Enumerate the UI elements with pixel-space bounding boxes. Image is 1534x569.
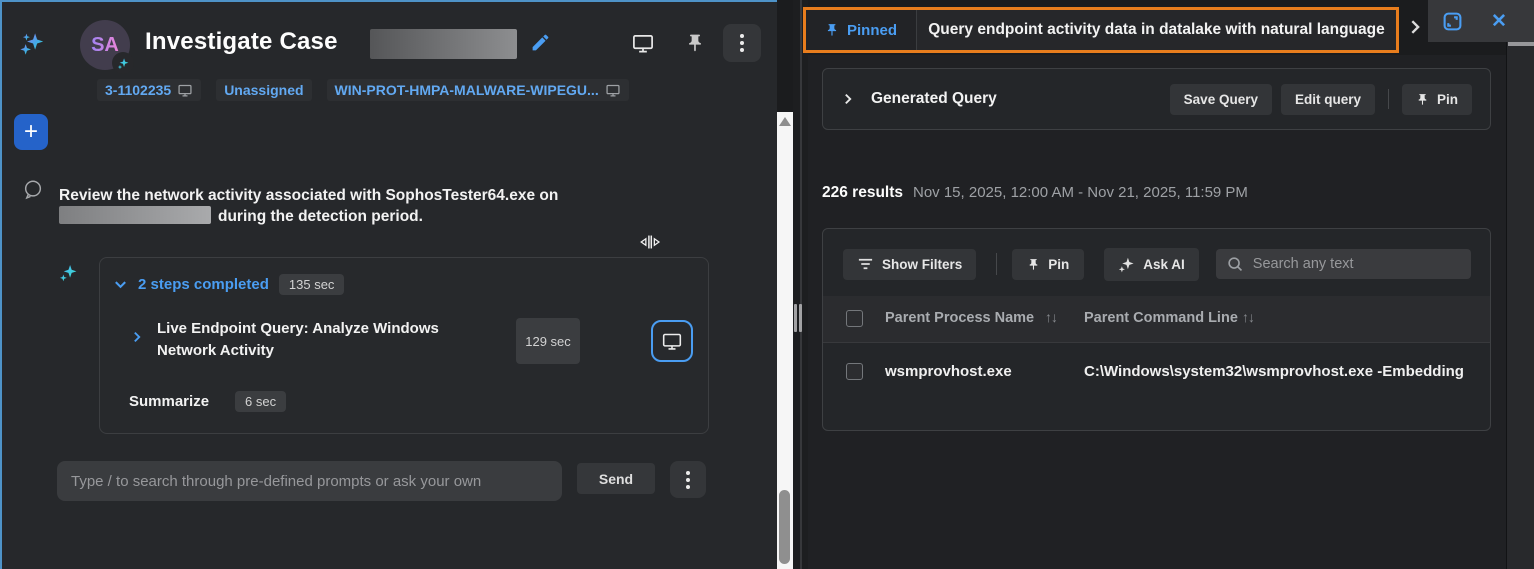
results-count: 226 results — [822, 184, 903, 202]
cell-parent-command-line: C:\Windows\system32\wsmprovhost.exe -Emb… — [1084, 363, 1464, 380]
results-toolbar: Show Filters Pin Ask AI — [843, 249, 1471, 279]
right-panel-scrollbar[interactable] — [1506, 42, 1534, 569]
splitter-handle[interactable] — [799, 304, 802, 332]
assistant-sparkle-icon — [18, 30, 45, 57]
show-filters-label: Show Filters — [882, 257, 962, 272]
column-header-parent-command-line[interactable]: Parent Command Line — [1084, 310, 1238, 326]
monitor-icon — [177, 83, 193, 98]
case-id-link[interactable]: 3-1102235 — [97, 79, 201, 101]
redacted-case-name — [370, 29, 517, 59]
generated-query-title: Generated Query — [871, 90, 1170, 108]
steps-summary-card: 2 steps completed 135 sec Live Endpoint … — [99, 257, 709, 434]
pin-icon — [1027, 257, 1040, 272]
select-all-checkbox[interactable] — [846, 310, 863, 327]
active-tab-title: Query endpoint activity data in datalake… — [928, 21, 1385, 39]
tab-pinned[interactable]: Pinned — [806, 10, 916, 50]
sort-icon[interactable]: ↑↓ — [1045, 309, 1057, 325]
close-panel-icon[interactable]: ✕ — [1491, 12, 1507, 31]
highlighted-tab-group: Pinned Query endpoint activity data in d… — [803, 7, 1399, 53]
chevron-right-icon[interactable] — [841, 92, 855, 106]
results-table-card: Show Filters Pin Ask AI — [822, 228, 1491, 431]
monitor-icon — [605, 83, 621, 98]
pin-icon[interactable] — [685, 32, 705, 54]
generated-query-card: Generated Query Save Query Edit query Pi… — [822, 68, 1491, 130]
sparkle-icon — [1118, 256, 1135, 273]
panel-splitter[interactable] — [793, 0, 808, 569]
show-filters-button[interactable]: Show Filters — [843, 249, 976, 280]
table-header-row: Parent Process Name ↑↓ Parent Command Li… — [823, 296, 1490, 342]
edit-title-icon[interactable] — [530, 32, 551, 53]
scrollbar-up-arrow[interactable] — [779, 117, 791, 126]
left-panel-scrollbar[interactable] — [777, 112, 793, 569]
chevron-right-icon[interactable] — [130, 330, 144, 344]
send-button[interactable]: Send — [577, 463, 655, 494]
step-duration-badge: 6 sec — [235, 391, 286, 412]
search-icon — [1226, 255, 1244, 273]
search-input[interactable] — [1253, 256, 1461, 272]
expand-panel-icon[interactable] — [1442, 11, 1463, 32]
case-id-text: 3-1102235 — [105, 82, 171, 98]
assignee-chip[interactable]: Unassigned — [216, 79, 311, 101]
composer-more-options-button[interactable] — [670, 461, 706, 498]
save-query-button[interactable]: Save Query — [1170, 84, 1272, 115]
open-live-query-button[interactable] — [651, 320, 693, 362]
cell-parent-process-name: wsmprovhost.exe — [885, 363, 1012, 380]
case-more-options-button[interactable]: ⋮ — [723, 24, 761, 62]
tab-overflow-chevron-icon[interactable] — [1407, 17, 1424, 37]
ask-ai-button[interactable]: Ask AI — [1104, 248, 1199, 281]
scrollbar-thumb[interactable] — [1508, 42, 1534, 46]
device-name-text: WIN-PROT-HMPA-MALWARE-WIPEGU... — [335, 82, 599, 98]
pin-button-label: Pin — [1048, 257, 1069, 272]
pin-icon — [825, 22, 839, 38]
results-date-range: Nov 15, 2025, 12:00 AM - Nov 21, 2025, 1… — [913, 184, 1248, 201]
results-summary: 226 results Nov 15, 2025, 12:00 AM - Nov… — [822, 184, 1248, 202]
new-investigation-button[interactable]: + — [14, 114, 48, 150]
step-duration-badge: 129 sec — [516, 318, 580, 364]
case-metadata-row: 3-1102235 Unassigned WIN-PROT-HMPA-MALWA… — [97, 79, 629, 101]
table-row[interactable]: wsmprovhost.exe C:\Windows\system32\wsmp… — [823, 342, 1490, 400]
prompt-input[interactable] — [57, 461, 562, 501]
step-label[interactable]: Live Endpoint Query: Analyze Windows Net… — [157, 318, 459, 362]
steps-summary-label: 2 steps completed — [138, 276, 269, 293]
device-link[interactable]: WIN-PROT-HMPA-MALWARE-WIPEGU... — [327, 79, 629, 101]
column-header-parent-process-name[interactable]: Parent Process Name — [885, 310, 1034, 326]
message-line2: during the detection period. — [218, 208, 423, 225]
sort-icon[interactable]: ↑↓ — [1242, 309, 1254, 325]
pin-button-label: Pin — [1437, 92, 1458, 107]
pin-icon — [1416, 92, 1429, 107]
chevron-down-icon — [113, 277, 128, 292]
step-label: Summarize — [129, 393, 209, 410]
column-resize-cursor — [638, 234, 662, 250]
steps-total-duration-badge: 135 sec — [279, 274, 345, 295]
panel-window-controls: ✕ — [1428, 0, 1534, 42]
search-box[interactable] — [1216, 249, 1471, 279]
investigate-case-panel: + SA Investigate Case ⋮ 3-1102235 Unassi… — [0, 0, 777, 569]
pin-results-button[interactable]: Pin — [1012, 249, 1084, 280]
redacted-hostname-box — [59, 206, 211, 224]
avatar-sparkle-badge — [112, 52, 134, 74]
avatar: SA — [80, 20, 130, 70]
pinned-query-panel: ✕ Pinned Query endpoint activity data in… — [808, 0, 1534, 569]
tab-active-query[interactable]: Query endpoint activity data in datalake… — [917, 10, 1396, 50]
ask-ai-label: Ask AI — [1143, 257, 1185, 272]
toolbar-divider — [1388, 89, 1389, 109]
toolbar-divider — [996, 253, 997, 275]
assistant-sparkle-icon — [59, 263, 78, 282]
pinned-tab-label: Pinned — [847, 22, 897, 39]
user-prompt-message: Review the network activity associated w… — [59, 185, 659, 227]
pin-query-button[interactable]: Pin — [1402, 84, 1472, 115]
chat-bubble-icon[interactable] — [22, 178, 44, 201]
avatar-initials: SA — [91, 34, 119, 57]
message-line1: Review the network activity associated w… — [59, 187, 558, 204]
filter-icon — [857, 257, 874, 271]
steps-expander[interactable]: 2 steps completed 135 sec — [113, 274, 344, 295]
monitor-icon — [661, 331, 683, 352]
page-title: Investigate Case — [145, 28, 338, 56]
edit-query-button[interactable]: Edit query — [1281, 84, 1375, 115]
scrollbar-thumb[interactable] — [779, 490, 790, 564]
splitter-handle[interactable] — [794, 304, 797, 332]
monitor-icon[interactable] — [631, 32, 655, 55]
row-checkbox[interactable] — [846, 363, 863, 380]
